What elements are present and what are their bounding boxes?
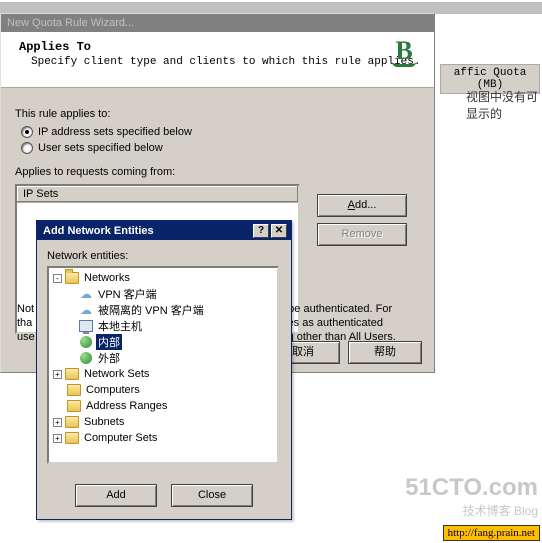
wizard-header-title: Applies To [19,40,422,54]
watermark: 51CTO.com 技术博客 Blog [405,474,538,519]
url-badge: http://fang.prain.net [443,525,540,541]
cloud-icon: ☁ [79,303,93,317]
wizard-header: Applies To Specify client type and clien… [1,32,434,88]
close-icon[interactable]: ✕ [271,224,287,238]
watermark-brand: 51CTO.com [405,474,538,502]
tree-node-external[interactable]: 外部 [51,350,275,366]
tree-node-selected-label: 内部 [96,334,122,350]
tree-node-local-host[interactable]: 本地主机 [51,318,275,334]
requests-from-label: Applies to requests coming from: [15,166,420,178]
dialog-button-row: Add Close [37,484,291,507]
add-button[interactable]: Add... [317,194,407,217]
listview-empty-text: 视图中没有可显示的 [466,88,542,122]
tree-node-isolated-vpn[interactable]: ☁ 被隔离的 VPN 客户端 [51,302,275,318]
tree-node-subnets[interactable]: + Subnets [51,414,275,430]
radio-user-sets[interactable]: User sets specified below [21,142,420,154]
help-button[interactable]: 帮助 [348,341,422,364]
radio-ip-sets[interactable]: IP address sets specified below [21,126,420,138]
dialog-add-button[interactable]: Add [75,484,157,507]
expand-icon[interactable]: + [53,418,62,427]
dialog-body: Network entities: - Networks ☁ VPN 客户端 ☁… [37,240,291,474]
globe-icon [79,335,93,349]
network-entities-tree[interactable]: - Networks ☁ VPN 客户端 ☁ 被隔离的 VPN 客户端 本地主机… [47,266,279,464]
tree-node-network-sets[interactable]: + Network Sets [51,366,275,382]
dialog-title-text: Add Network Entities [43,225,154,237]
help-icon[interactable]: ? [253,224,269,238]
listbox-column-header[interactable]: IP Sets [17,186,298,203]
globe-icon [79,351,93,365]
side-buttons: Add... Remove [317,194,407,246]
cloud-icon: ☁ [79,287,93,301]
brand-logo: B [384,40,424,78]
network-entities-label: Network entities: [47,250,281,262]
radio-icon [21,142,33,154]
computer-icon [79,320,93,332]
folder-icon [65,416,79,428]
rule-applies-label: This rule applies to: [15,108,420,120]
radio-users-label: User sets specified below [38,142,163,154]
radio-icon [21,126,33,138]
expand-icon[interactable]: + [53,370,62,379]
tree-node-vpn-clients[interactable]: ☁ VPN 客户端 [51,286,275,302]
expand-icon[interactable]: + [53,434,62,443]
folder-icon [67,400,81,412]
tree-node-networks[interactable]: - Networks [51,270,275,286]
dialog-close-button[interactable]: Close [171,484,253,507]
dialog-titlebar[interactable]: Add Network Entities ? ✕ [37,221,291,240]
tree-node-internal[interactable]: 内部 [51,334,275,350]
tree-node-computer-sets[interactable]: + Computer Sets [51,430,275,446]
watermark-sub: 技术博客 Blog [405,502,538,519]
wizard-header-subtitle: Specify client type and clients to which… [19,56,422,68]
folder-icon [67,384,81,396]
add-network-entities-dialog: Add Network Entities ? ✕ Network entitie… [36,220,292,520]
tree-node-computers[interactable]: Computers [51,382,275,398]
folder-open-icon [65,272,79,284]
collapse-icon[interactable]: - [53,274,62,283]
wizard-titlebar: New Quota Rule Wizard... [1,14,434,32]
radio-ip-label: IP address sets specified below [38,126,192,138]
remove-button: Remove [317,223,407,246]
tree-node-address-ranges[interactable]: Address Ranges [51,398,275,414]
folder-icon [65,368,79,380]
folder-icon [65,432,79,444]
